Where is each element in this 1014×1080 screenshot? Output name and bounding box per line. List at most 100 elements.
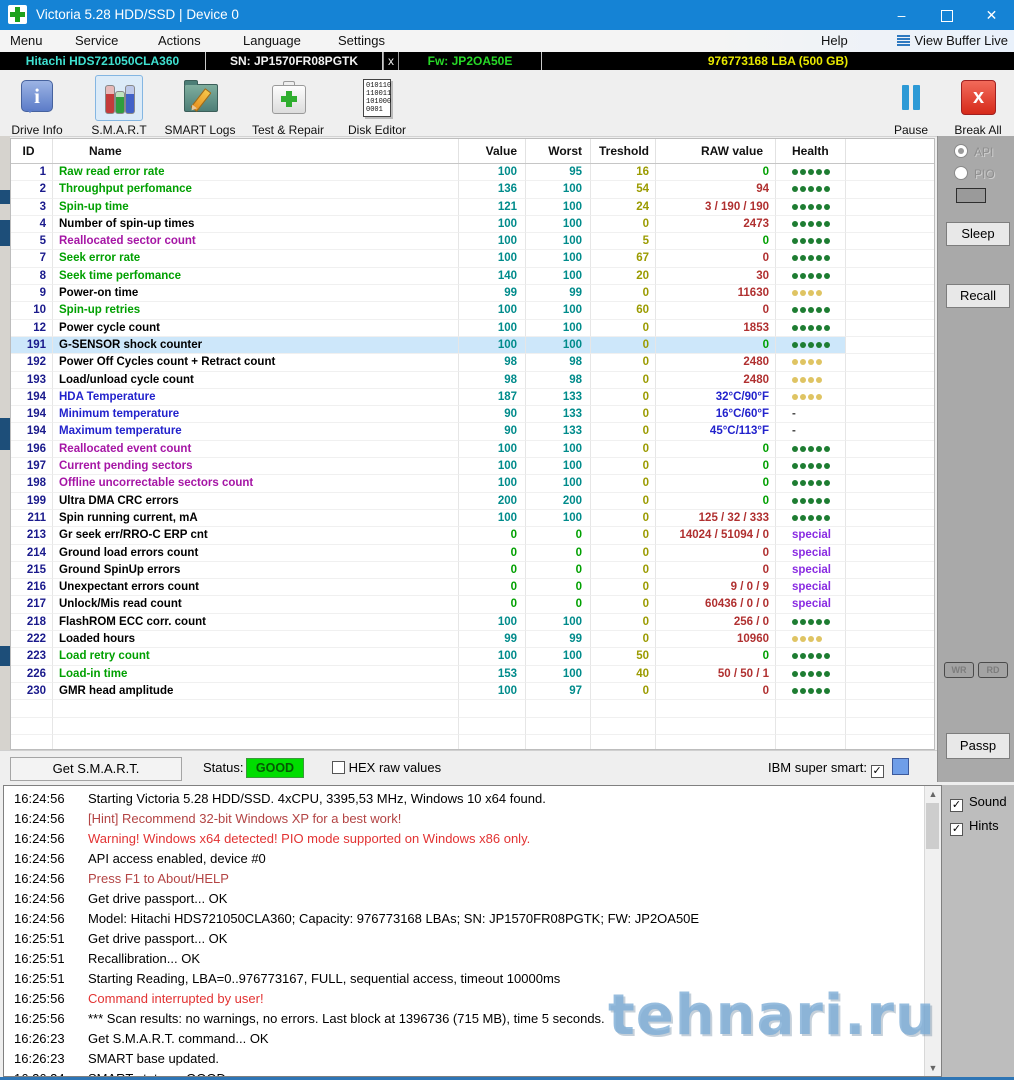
health-dot [792, 169, 798, 175]
smart-button[interactable]: S.M.A.R.T [86, 75, 152, 137]
sound-checkbox[interactable]: ✓Sound [950, 793, 1007, 811]
get-smart-button[interactable]: Get S.M.A.R.T. [10, 757, 182, 781]
sleep-button[interactable]: Sleep [946, 222, 1010, 246]
table-row[interactable]: 192Power Off Cycles count + Retract coun… [11, 354, 934, 371]
cell-raw-value: 2480 [656, 372, 776, 389]
cell-health: - [776, 406, 846, 423]
health-dot [816, 498, 822, 504]
hints-checkbox[interactable]: ✓Hints [950, 817, 999, 835]
close-button[interactable]: ✕ [969, 0, 1014, 30]
table-row[interactable]: 215Ground SpinUp errors0000special [11, 562, 934, 579]
log-message: SMART base updated. [88, 1051, 219, 1066]
table-row[interactable]: 1Raw read error rate10095160 [11, 164, 934, 181]
table-row[interactable]: 213Gr seek err/RRO-C ERP cnt00014024 / 5… [11, 527, 934, 544]
cell-value: 100 [459, 302, 526, 319]
health-dot [808, 290, 814, 296]
header-worst[interactable]: Worst [526, 139, 591, 163]
table-row[interactable]: 223Load retry count100100500 [11, 648, 934, 665]
smart-logs-button[interactable]: SMART Logs [160, 75, 240, 137]
table-row[interactable]: 3Spin-up time121100243 / 190 / 190 [11, 199, 934, 216]
menu-item-settings[interactable]: Settings [338, 30, 385, 52]
log-line: 16:25:51Get drive passport... OK [4, 929, 941, 949]
log-panel[interactable]: 16:24:56Starting Victoria 5.28 HDD/SSD. … [3, 785, 942, 1077]
table-row[interactable]: 193Load/unload cycle count989802480 [11, 372, 934, 389]
cell-health [776, 285, 846, 302]
device-info-band: Hitachi HDS721050CLA360 SN: JP1570FR08PG… [0, 52, 1014, 70]
smart-label: S.M.A.R.T [86, 123, 152, 137]
table-row[interactable]: 196Reallocated event count10010000 [11, 441, 934, 458]
table-row[interactable]: 197Current pending sectors10010000 [11, 458, 934, 475]
menu-item-help[interactable]: Help [821, 30, 848, 52]
health-dot [800, 255, 806, 261]
health-dot [824, 515, 830, 521]
table-row[interactable]: 10Spin-up retries100100600 [11, 302, 934, 319]
table-row[interactable]: 218FlashROM ECC corr. count1001000256 / … [11, 614, 934, 631]
hex-raw-values-checkbox[interactable]: HEX raw values [332, 751, 441, 785]
menu-item-language[interactable]: Language [243, 30, 301, 52]
cell-treshold: 0 [591, 320, 656, 337]
minimize-button[interactable]: – [879, 0, 924, 30]
table-row[interactable]: 194Maximum temperature90133045°C/113°F- [11, 423, 934, 440]
header-treshold[interactable]: Treshold [591, 139, 656, 163]
table-row[interactable]: 5Reallocated sector count10010050 [11, 233, 934, 250]
table-row[interactable]: 9Power-on time9999011630 [11, 285, 934, 302]
header-value[interactable]: Value [459, 139, 526, 163]
table-row[interactable]: 12Power cycle count10010001853 [11, 320, 934, 337]
wr-button[interactable]: WR [944, 662, 974, 678]
maximize-button[interactable] [924, 0, 969, 30]
table-row[interactable]: 216Unexpectant errors count0009 / 0 / 9s… [11, 579, 934, 596]
health-dot [816, 186, 822, 192]
menu-item-menu[interactable]: Menu [10, 30, 43, 52]
table-row[interactable]: 198Offline uncorrectable sectors count10… [11, 475, 934, 492]
test-repair-button[interactable]: Test & Repair [244, 75, 332, 137]
pio-radio[interactable]: PIO [954, 166, 995, 182]
ibm-color-swatch[interactable] [892, 758, 909, 775]
drive-info-button[interactable]: i Drive Info [4, 75, 70, 137]
header-raw[interactable]: RAW value [656, 139, 776, 163]
table-row[interactable]: 214Ground load errors count0000special [11, 545, 934, 562]
api-radio[interactable]: API [954, 144, 993, 160]
scroll-up-icon[interactable]: ▲ [925, 786, 941, 802]
menu-item-actions[interactable]: Actions [158, 30, 201, 52]
table-row[interactable]: 211Spin running current, mA1001000125 / … [11, 510, 934, 527]
status-label: Status: [203, 751, 243, 785]
health-dot [824, 342, 830, 348]
table-row[interactable]: 7Seek error rate100100670 [11, 250, 934, 267]
scroll-thumb[interactable] [926, 803, 939, 849]
rd-button[interactable]: RD [978, 662, 1008, 678]
table-row[interactable]: 217Unlock/Mis read count00060436 / 0 / 0… [11, 596, 934, 613]
cell-raw-value: 0 [656, 493, 776, 510]
pause-button[interactable]: Pause [884, 75, 938, 137]
table-row[interactable]: 199Ultra DMA CRC errors20020000 [11, 493, 934, 510]
table-row[interactable]: 2Throughput perfomance1361005494 [11, 181, 934, 198]
table-row[interactable]: 4Number of spin-up times10010002473 [11, 216, 934, 233]
view-buffer-live[interactable]: View Buffer Live [897, 30, 1008, 52]
table-row[interactable]: 194Minimum temperature90133016°C/60°F- [11, 406, 934, 423]
device-x-badge[interactable]: x [383, 52, 399, 70]
cell-id: 8 [11, 268, 53, 285]
table-row[interactable]: 194HDA Temperature187133032°C/90°F [11, 389, 934, 406]
cell-value: 0 [459, 527, 526, 544]
table-row[interactable]: 191G-SENSOR shock counter10010000 [11, 337, 934, 354]
header-id[interactable]: ID [11, 139, 53, 163]
header-health[interactable]: Health [776, 139, 846, 163]
disk-editor-button[interactable]: 0101101100111010000001 Disk Editor [338, 75, 416, 137]
scroll-down-icon[interactable]: ▼ [925, 1060, 941, 1076]
recall-button[interactable]: Recall [946, 284, 1010, 308]
ibm-super-smart-checkbox[interactable]: IBM super smart: ✓ [768, 751, 909, 785]
break-all-button[interactable]: x Break All [948, 75, 1008, 137]
table-row[interactable]: 226Load-in time1531004050 / 50 / 1 [11, 666, 934, 683]
table-row[interactable]: 8Seek time perfomance1401002030 [11, 268, 934, 285]
table-row[interactable]: 222Loaded hours9999010960 [11, 631, 934, 648]
health-dot [800, 307, 806, 313]
cell-name: Seek error rate [53, 250, 459, 267]
cell-worst: 133 [526, 389, 591, 406]
cell-health [776, 250, 846, 267]
cell-worst: 100 [526, 216, 591, 233]
passp-button[interactable]: Passp [946, 733, 1010, 759]
header-name[interactable]: Name [53, 139, 459, 163]
log-scrollbar[interactable]: ▲ ▼ [924, 786, 941, 1076]
menu-item-service[interactable]: Service [75, 30, 118, 52]
table-row[interactable]: 230GMR head amplitude1009700 [11, 683, 934, 700]
cell-health [776, 475, 846, 492]
